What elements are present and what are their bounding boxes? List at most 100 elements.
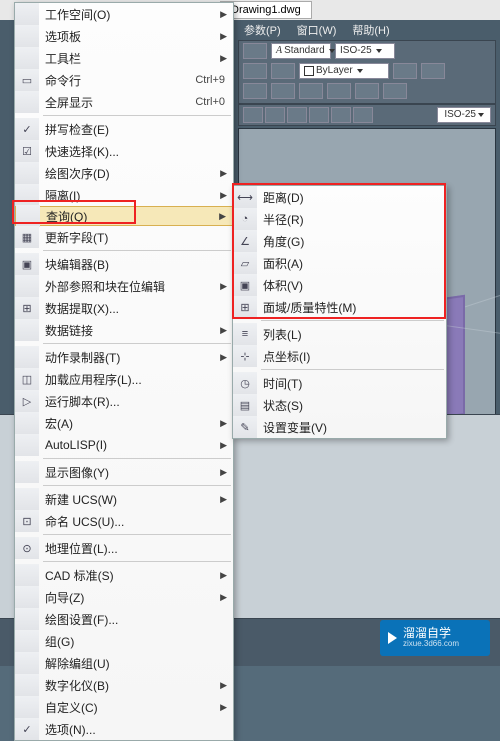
menu-item[interactable]: ◔半径(R) [233, 208, 446, 230]
menu-item[interactable]: ⊹点坐标(I) [233, 345, 446, 367]
menu-item-label: 全屏显示 [39, 94, 195, 111]
menu-item[interactable]: ▭命令行Ctrl+9 [15, 69, 233, 91]
tool-button[interactable] [309, 107, 329, 123]
menu-item[interactable]: 自定义(C)▶ [15, 696, 233, 718]
menu-item-label: 数据链接 [39, 322, 220, 339]
menu-item-icon [15, 275, 39, 297]
menu-item[interactable]: ◷时间(T) [233, 372, 446, 394]
menu-item-icon: ✓ [15, 718, 39, 740]
menu-separator [43, 458, 231, 459]
menu-item-icon: ⟷ [233, 186, 257, 208]
menu-item[interactable]: ◫加载应用程序(L)... [15, 368, 233, 390]
menu-item[interactable]: 数字化仪(B)▶ [15, 674, 233, 696]
menu-item[interactable]: ⊙地理位置(L)... [15, 537, 233, 559]
tool-button[interactable] [327, 83, 351, 99]
style-dropdown[interactable]: A Standard [271, 43, 331, 59]
menu-item[interactable]: 外部参照和块在位编辑▶ [15, 275, 233, 297]
menu-item[interactable]: ✎设置变量(V) [233, 416, 446, 438]
tool-button[interactable] [271, 63, 295, 79]
menu-item-icon [15, 162, 39, 184]
menu-item[interactable]: 宏(A)▶ [15, 412, 233, 434]
menu-item-icon: ▣ [233, 274, 257, 296]
menu-item[interactable]: ⊡命名 UCS(U)... [15, 510, 233, 532]
menu-item-label: 列表(L) [257, 326, 446, 343]
menu-item[interactable]: AutoLISP(I)▶ [15, 434, 233, 456]
toolbar-area: A Standard ISO-25 ByLayer [238, 40, 496, 104]
menu-item[interactable]: 数据链接▶ [15, 319, 233, 341]
tool-button[interactable] [353, 107, 373, 123]
menu-item[interactable]: 全屏显示Ctrl+0 [15, 91, 233, 113]
menu-item-icon [15, 696, 39, 718]
tool-button[interactable] [243, 43, 267, 59]
submenu-arrow-icon: ▶ [220, 592, 233, 603]
menu-item[interactable]: 选项板▶ [15, 25, 233, 47]
menu-item-icon: ▱ [233, 252, 257, 274]
dimstyle-dropdown[interactable]: ISO-25 [335, 43, 395, 59]
menu-item[interactable]: ▣体积(V) [233, 274, 446, 296]
tool-button[interactable] [243, 83, 267, 99]
menu-item-label: 更新字段(T) [39, 229, 233, 246]
menu-separator [261, 369, 444, 370]
tool-button[interactable] [393, 63, 417, 79]
menu-item[interactable]: 工具栏▶ [15, 47, 233, 69]
menu-item-label: 绘图次序(D) [39, 165, 220, 182]
menu-item[interactable]: ▦更新字段(T) [15, 226, 233, 248]
menu-item-label: 地理位置(L)... [39, 540, 233, 557]
iso-dropdown[interactable]: ISO-25 [437, 107, 491, 123]
tool-button[interactable] [287, 107, 307, 123]
menu-item-label: 数字化仪(B) [39, 677, 220, 694]
menu-item[interactable]: ▷运行脚本(R)... [15, 390, 233, 412]
menu-window[interactable]: 窗口(W) [293, 20, 341, 40]
menu-item[interactable]: ✓选项(N)... [15, 718, 233, 740]
menu-item[interactable]: 组(G) [15, 630, 233, 652]
tool-button[interactable] [265, 107, 285, 123]
menu-item-label: 查询(Q) [40, 208, 219, 225]
layer-dropdown[interactable]: ByLayer [299, 63, 389, 79]
menu-params[interactable]: 参数(P) [240, 20, 285, 40]
tool-button[interactable] [243, 63, 267, 79]
menu-item[interactable]: ≡列表(L) [233, 323, 446, 345]
menu-item[interactable]: ☑快速选择(K)... [15, 140, 233, 162]
menu-item[interactable]: 动作录制器(T)▶ [15, 346, 233, 368]
menu-item[interactable]: 绘图设置(F)... [15, 608, 233, 630]
tool-button[interactable] [383, 83, 407, 99]
tool-button[interactable] [271, 83, 295, 99]
menu-item[interactable]: 绘图次序(D)▶ [15, 162, 233, 184]
tool-button[interactable] [421, 63, 445, 79]
tool-button[interactable] [299, 83, 323, 99]
menu-item[interactable]: 向导(Z)▶ [15, 586, 233, 608]
menu-item-label: 显示图像(Y) [39, 464, 220, 481]
menu-item[interactable]: ⟷距离(D) [233, 186, 446, 208]
tool-button[interactable] [355, 83, 379, 99]
menu-item-label: 动作录制器(T) [39, 349, 220, 366]
menu-item[interactable]: ▤状态(S) [233, 394, 446, 416]
menu-item-icon [15, 488, 39, 510]
menu-item[interactable]: CAD 标准(S)▶ [15, 564, 233, 586]
menu-item[interactable]: ▱面积(A) [233, 252, 446, 274]
menu-item-label: 点坐标(I) [257, 348, 446, 365]
menu-item-label: 运行脚本(R)... [39, 393, 233, 410]
menu-item[interactable]: 解除编组(U) [15, 652, 233, 674]
menu-item-label: 工作空间(O) [39, 6, 220, 23]
menu-item[interactable]: ∠角度(G) [233, 230, 446, 252]
menu-item-label: 工具栏 [39, 50, 220, 67]
menu-item[interactable]: ⊞数据提取(X)... [15, 297, 233, 319]
menu-item-icon: ⊹ [233, 345, 257, 367]
menu-item-icon [15, 412, 39, 434]
tool-button[interactable] [243, 107, 263, 123]
menu-item-label: 快速选择(K)... [39, 143, 233, 160]
menu-item[interactable]: 工作空间(O)▶ [15, 3, 233, 25]
menu-item-icon [15, 91, 39, 113]
menu-item[interactable]: 显示图像(Y)▶ [15, 461, 233, 483]
menu-item[interactable]: ✓拼写检查(E) [15, 118, 233, 140]
menu-item-label: 数据提取(X)... [39, 300, 233, 317]
tool-button[interactable] [331, 107, 351, 123]
menu-help[interactable]: 帮助(H) [348, 20, 393, 40]
menu-item[interactable]: 查询(Q)▶ [15, 206, 233, 226]
menu-item[interactable]: ⊞面域/质量特性(M) [233, 296, 446, 318]
menu-item[interactable]: ▣块编辑器(B) [15, 253, 233, 275]
menu-item-label: 体积(V) [257, 277, 446, 294]
menu-item[interactable]: 新建 UCS(W)▶ [15, 488, 233, 510]
menubar: 参数(P) 窗口(W) 帮助(H) [240, 20, 394, 40]
menu-item[interactable]: 隔离(I)▶ [15, 184, 233, 206]
